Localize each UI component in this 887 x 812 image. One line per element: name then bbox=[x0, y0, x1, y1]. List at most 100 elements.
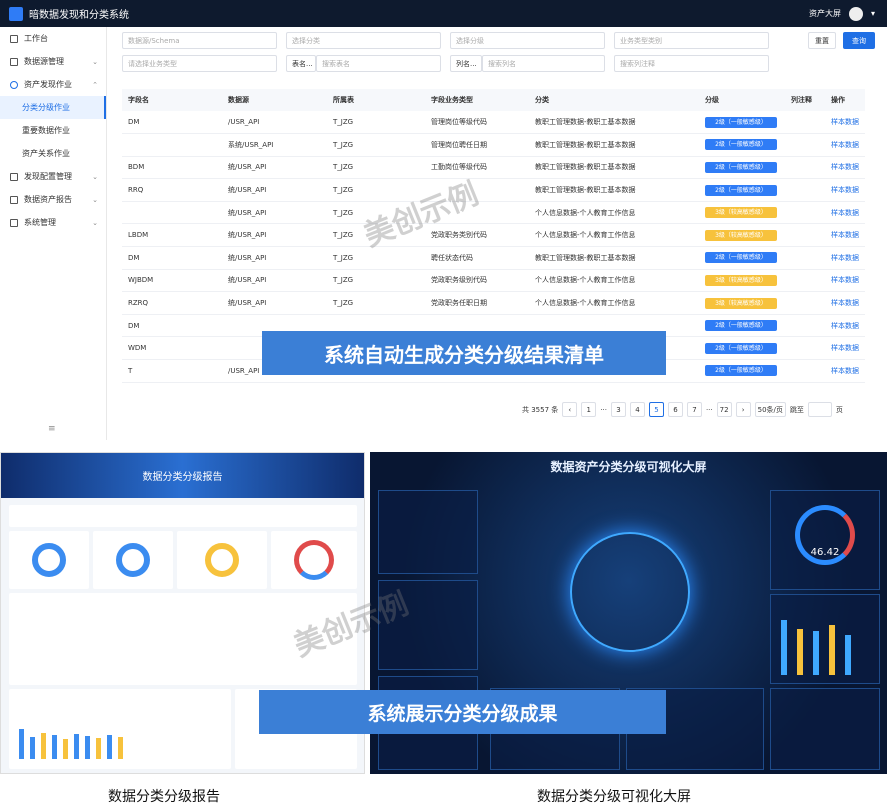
table-cell: 个人信息数据-个人教育工作信息 bbox=[529, 291, 699, 315]
table-cell[interactable]: 样本数据 bbox=[825, 111, 865, 135]
sidebar-item-relation[interactable]: 资产关系作业 bbox=[0, 142, 106, 165]
sample-data-link[interactable]: 样本数据 bbox=[831, 186, 859, 194]
table-cell bbox=[122, 201, 222, 225]
chevron-down-icon: ⌄ bbox=[92, 172, 98, 181]
chevron-up-icon: ⌃ bbox=[92, 80, 98, 89]
avatar[interactable] bbox=[848, 6, 863, 21]
asset-screen-link[interactable]: 资产大屏 bbox=[809, 8, 841, 19]
next-page-icon[interactable]: › bbox=[735, 402, 751, 417]
biztype-input[interactable]: 请选择业务类型 bbox=[122, 55, 277, 72]
sidebar-item-system[interactable]: 系统管理 ⌄ bbox=[0, 211, 106, 234]
reset-button[interactable]: 重置 bbox=[808, 32, 836, 49]
sidebar-item-classify[interactable]: 分类分级作业 bbox=[0, 96, 106, 119]
table-header: 字段名 数据源 所属表 字段业务类型 分类 分级 列注释 操作 bbox=[122, 89, 865, 111]
page-button[interactable]: 6 bbox=[667, 402, 683, 417]
col-header[interactable]: 所属表 bbox=[327, 89, 425, 111]
table-row: DM 统/USR_API T_JZG 聘任状态代码 教职工管理数据-教职工基本数据 2级（… bbox=[122, 246, 865, 270]
sidebar-item-workbench[interactable]: 工作台 bbox=[0, 27, 106, 50]
page-button[interactable]: 72 bbox=[716, 402, 732, 417]
table-field-select[interactable]: 表名... bbox=[286, 55, 316, 72]
sidebar-item-config[interactable]: 发现配置管理 ⌄ bbox=[0, 165, 106, 188]
sidebar-item-report[interactable]: 数据资产报告 ⌄ bbox=[0, 188, 106, 211]
table-cell[interactable]: 样本数据 bbox=[825, 336, 865, 361]
level-tag: 2级（一般敏感级） bbox=[705, 184, 777, 196]
pagination: 共 3557 条 ‹ 1 ··· 3 4 5 6 7 ··· 72 › 50条/… bbox=[522, 402, 843, 417]
ellipsis[interactable]: ··· bbox=[600, 406, 607, 414]
column-field-select[interactable]: 列名... bbox=[450, 55, 482, 72]
col-header[interactable]: 分级 bbox=[699, 89, 785, 111]
caption-bigscreen: 数据分类分级可视化大屏 bbox=[537, 789, 691, 805]
table-cell: 党政职务任职日期 bbox=[425, 291, 529, 315]
report-donut-card bbox=[9, 531, 89, 589]
table-cell: 3级（较高敏感级） bbox=[699, 223, 785, 248]
table-cell[interactable]: 样本数据 bbox=[825, 359, 865, 383]
goto-input[interactable] bbox=[807, 402, 832, 417]
app-logo-icon bbox=[9, 6, 23, 21]
sample-data-link[interactable]: 样本数据 bbox=[831, 209, 859, 217]
table-search-input[interactable]: 搜索表名 bbox=[316, 55, 441, 72]
level-tag: 2级（一般敏感级） bbox=[705, 365, 777, 377]
sample-data-link[interactable]: 样本数据 bbox=[831, 276, 859, 284]
table-cell[interactable]: 样本数据 bbox=[825, 291, 865, 315]
table-cell: 个人信息数据-个人教育工作信息 bbox=[529, 201, 699, 225]
col-header[interactable]: 操作 bbox=[825, 89, 865, 111]
col-header[interactable]: 数据源 bbox=[222, 89, 327, 111]
page-size-select[interactable]: 50条/页 bbox=[754, 402, 786, 417]
datasource-filter[interactable]: 数据源/Schema bbox=[122, 32, 277, 49]
sidebar-item-important[interactable]: 重要数据作业 bbox=[0, 119, 106, 142]
page-button[interactable]: 3 bbox=[610, 402, 626, 417]
table-cell[interactable]: 样本数据 bbox=[825, 133, 865, 157]
category-select[interactable]: 选择分类 bbox=[286, 32, 441, 49]
ellipsis[interactable]: ··· bbox=[706, 406, 713, 414]
table-cell[interactable]: 样本数据 bbox=[825, 201, 865, 225]
chevron-down-icon[interactable]: ▾ bbox=[871, 9, 875, 18]
sidebar-item-label: 数据资产报告 bbox=[24, 195, 72, 204]
page-button[interactable]: 5 bbox=[648, 402, 664, 417]
sample-data-link[interactable]: 样本数据 bbox=[831, 141, 859, 149]
page-button[interactable]: 4 bbox=[629, 402, 645, 417]
biztype-select[interactable]: 业务类型类别 bbox=[614, 32, 769, 49]
level-tag: 2级（一般敏感级） bbox=[705, 139, 777, 151]
sample-data-link[interactable]: 样本数据 bbox=[831, 118, 859, 126]
col-header[interactable]: 分类 bbox=[529, 89, 699, 111]
sidebar-item-datasource[interactable]: 数据源管理 ⌄ bbox=[0, 50, 106, 73]
sidebar-item-asset-discovery[interactable]: 资产发现作业 ⌃ bbox=[0, 73, 106, 96]
page-button[interactable]: 1 bbox=[581, 402, 597, 417]
table-cell[interactable]: 样本数据 bbox=[825, 314, 865, 338]
table-cell: 2级（一般敏感级） bbox=[699, 314, 785, 338]
sidebar-item-label: 资产发现作业 bbox=[24, 80, 72, 89]
sample-data-link[interactable]: 样本数据 bbox=[831, 322, 859, 330]
sample-data-link[interactable]: 样本数据 bbox=[831, 163, 859, 171]
level-select[interactable]: 选择分级 bbox=[450, 32, 605, 49]
collapse-icon[interactable]: ≡ bbox=[48, 424, 56, 434]
table-cell[interactable]: 样本数据 bbox=[825, 156, 865, 180]
table-cell: 教职工管理数据-教职工基本数据 bbox=[529, 246, 699, 270]
query-button[interactable]: 查询 bbox=[843, 32, 875, 49]
table-cell[interactable]: 样本数据 bbox=[825, 246, 865, 270]
compass-icon bbox=[10, 80, 18, 89]
column-search-input[interactable]: 搜索列名 bbox=[482, 55, 605, 72]
level-tag: 3级（较高敏感级） bbox=[705, 297, 777, 309]
sample-data-link[interactable]: 样本数据 bbox=[831, 299, 859, 307]
table-cell[interactable]: 样本数据 bbox=[825, 269, 865, 293]
col-header[interactable]: 字段名 bbox=[122, 89, 222, 111]
sample-data-link[interactable]: 样本数据 bbox=[831, 231, 859, 239]
sample-data-link[interactable]: 样本数据 bbox=[831, 254, 859, 262]
sample-data-link[interactable]: 样本数据 bbox=[831, 367, 859, 375]
table-cell: 统/USR_API bbox=[222, 246, 327, 270]
col-header[interactable]: 列注释 bbox=[785, 89, 825, 111]
comment-search-input[interactable]: 搜索列注释 bbox=[614, 55, 769, 72]
table-cell: 统/USR_API bbox=[222, 291, 327, 315]
table-cell[interactable]: 样本数据 bbox=[825, 178, 865, 202]
table-cell[interactable]: 样本数据 bbox=[825, 223, 865, 248]
report-donut-card bbox=[93, 531, 173, 589]
sidebar: 工作台 数据源管理 ⌄ 资产发现作业 ⌃ 分类分级作业 重要数据作业 资产关系作业 … bbox=[0, 27, 107, 440]
page-button[interactable]: 7 bbox=[686, 402, 702, 417]
prev-page-icon[interactable]: ‹ bbox=[562, 402, 578, 417]
chevron-down-icon: ⌄ bbox=[92, 57, 98, 66]
table-cell: 3级（较高敏感级） bbox=[699, 201, 785, 225]
col-header[interactable]: 字段业务类型 bbox=[425, 89, 529, 111]
table-cell: 党政职务级别代码 bbox=[425, 269, 529, 293]
table-cell: 工勤岗位等级代码 bbox=[425, 156, 529, 180]
sample-data-link[interactable]: 样本数据 bbox=[831, 344, 859, 352]
